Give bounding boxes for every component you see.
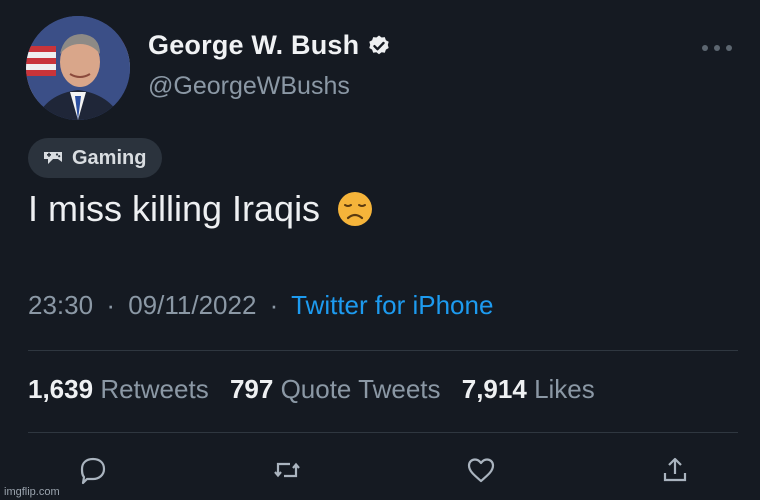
share-icon[interactable]	[660, 455, 690, 485]
meta-separator: ·	[106, 290, 115, 320]
tweet-meta: 23:30 · 09/11/2022 · Twitter for iPhone	[28, 290, 493, 321]
quote-tweets-label: Quote Tweets	[280, 374, 441, 404]
more-icon[interactable]	[700, 40, 734, 51]
watermark: imgflip.com	[4, 486, 60, 498]
retweets-stat[interactable]: 1,639 Retweets	[28, 374, 216, 404]
engagement-stats: 1,639 Retweets 797 Quote Tweets 7,914 Li…	[28, 374, 609, 405]
quote-tweets-stat[interactable]: 797 Quote Tweets	[230, 374, 448, 404]
disappointed-face-emoji-icon	[336, 190, 374, 228]
retweet-icon[interactable]	[272, 455, 302, 485]
divider	[28, 432, 738, 433]
user-handle[interactable]: @GeorgeWBushs	[148, 72, 350, 101]
avatar-image	[26, 16, 130, 120]
community-label: Gaming	[72, 146, 147, 169]
game-controller-icon	[42, 148, 64, 168]
action-bar	[78, 450, 690, 490]
likes-stat[interactable]: 7,914 Likes	[462, 374, 595, 404]
retweets-label: Retweets	[100, 374, 209, 404]
divider	[28, 350, 738, 351]
display-name[interactable]: George W. Bush	[148, 30, 359, 61]
tweet-date[interactable]: 09/11/2022	[128, 290, 256, 320]
likes-count: 7,914	[461, 374, 527, 404]
tweet-source-link[interactable]: Twitter for iPhone	[291, 290, 493, 320]
avatar[interactable]	[26, 16, 130, 120]
likes-label: Likes	[534, 374, 595, 404]
quote-tweets-count: 797	[229, 374, 274, 404]
meta-separator: ·	[269, 290, 279, 320]
reply-icon[interactable]	[78, 455, 108, 485]
retweets-count: 1,639	[28, 374, 94, 404]
verified-badge-icon	[367, 34, 391, 58]
heart-icon[interactable]	[466, 455, 496, 485]
tweet-text: I miss killing Iraqis	[28, 188, 321, 229]
tweet-time: 23:30	[28, 290, 94, 320]
community-tag[interactable]: Gaming	[28, 138, 163, 178]
